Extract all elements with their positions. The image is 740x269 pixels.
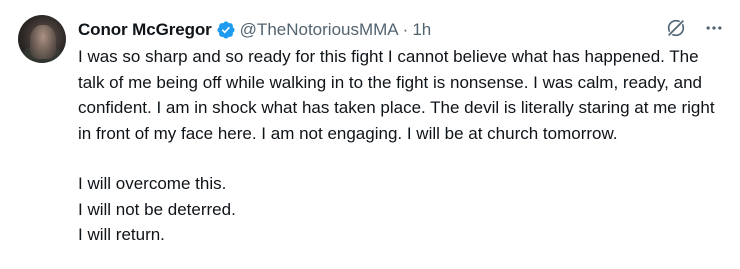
separator-dot: ·	[402, 20, 409, 39]
tweet-paragraph: I was so sharp and so ready for this fig…	[78, 47, 715, 143]
timestamp[interactable]: 1h	[412, 18, 431, 42]
tweet-line: I will not be deterred.	[78, 199, 236, 219]
grok-icon[interactable]	[664, 16, 688, 40]
tweet-line: I will overcome this.	[78, 174, 227, 193]
tweet-actions	[664, 16, 726, 40]
tweet-text: I was so sharp and so ready for this fig…	[78, 44, 728, 248]
tweet: Conor McGregor @TheNotoriousMMA · 1h I w…	[0, 0, 740, 269]
avatar-figure	[30, 25, 56, 59]
avatar[interactable]	[18, 15, 66, 63]
more-horizontal-icon[interactable]	[702, 16, 726, 40]
tweet-header: Conor McGregor @TheNotoriousMMA · 1h	[78, 18, 431, 42]
tweet-line: I will return.	[78, 225, 165, 244]
verified-badge-icon[interactable]	[216, 20, 236, 40]
display-name[interactable]: Conor McGregor	[78, 18, 212, 42]
handle[interactable]: @TheNotoriousMMA	[240, 18, 399, 42]
